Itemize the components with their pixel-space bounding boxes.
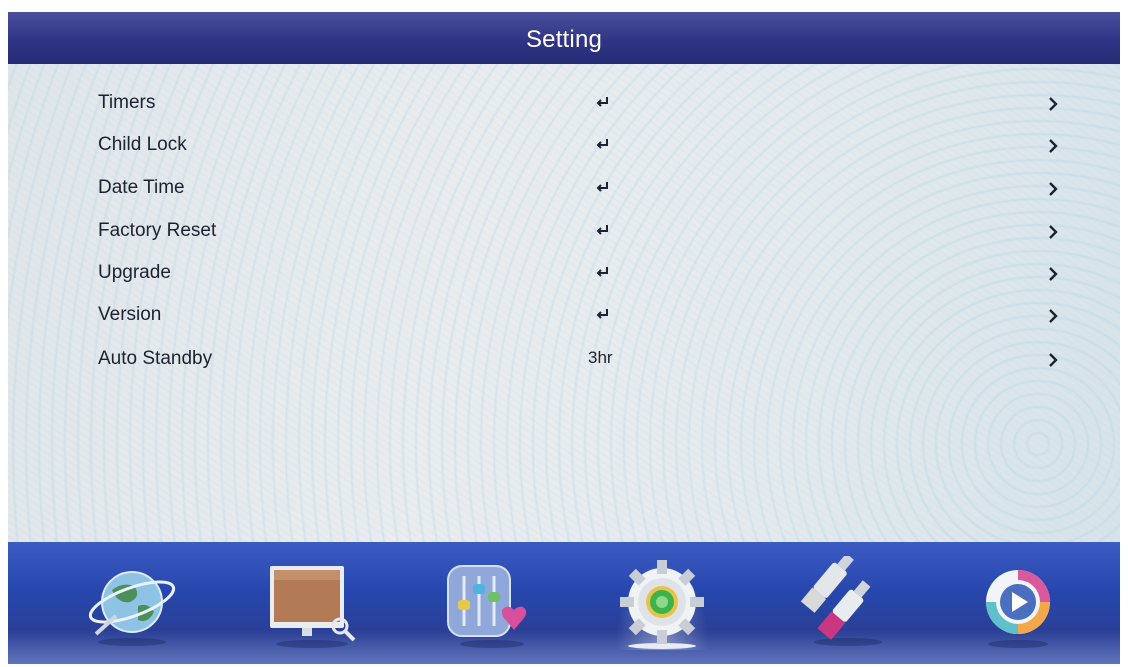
settings-menu: Timers Child Lock Date Time Factory Rese… — [8, 64, 1120, 542]
nav-network[interactable] — [82, 556, 182, 650]
chevron-right-icon — [1049, 97, 1058, 111]
enter-icon — [596, 182, 608, 192]
gear-icon — [620, 560, 704, 649]
enter-icon — [596, 267, 608, 277]
menu-item-timers[interactable]: Timers — [8, 84, 1120, 124]
title-bar: Setting — [8, 12, 1120, 64]
av-cable-icon — [800, 556, 882, 646]
globe-icon — [88, 571, 176, 646]
page-title: Setting — [525, 26, 603, 53]
menu-item-version[interactable]: Version — [8, 296, 1120, 336]
menu-item-label: Auto Standby — [98, 348, 213, 369]
enter-icon — [596, 97, 608, 107]
enter-icon — [596, 309, 608, 319]
chevron-right-icon — [1049, 353, 1058, 367]
nav-media[interactable] — [968, 556, 1068, 650]
menu-item-child-lock[interactable]: Child Lock — [8, 126, 1120, 166]
menu-item-upgrade[interactable]: Upgrade — [8, 254, 1120, 294]
monitor-icon — [270, 566, 356, 648]
play-icon — [986, 570, 1050, 648]
settings-screen: Setting Timers Child Lock Date Time Fact… — [8, 12, 1120, 664]
menu-item-label: Child Lock — [98, 134, 187, 155]
enter-icon — [596, 139, 608, 149]
equalizer-icon — [447, 565, 527, 648]
bottom-nav-bar — [8, 542, 1120, 664]
menu-item-factory-reset[interactable]: Factory Reset — [8, 212, 1120, 252]
chevron-right-icon — [1049, 267, 1058, 281]
chevron-right-icon — [1049, 182, 1058, 196]
menu-item-label: Date Time — [98, 177, 185, 198]
enter-icon — [596, 225, 608, 235]
nav-setting[interactable] — [612, 556, 712, 650]
chevron-right-icon — [1049, 139, 1058, 153]
chevron-right-icon — [1049, 225, 1058, 239]
nav-sound[interactable] — [442, 556, 542, 650]
menu-item-label: Factory Reset — [98, 220, 217, 241]
menu-item-auto-standby[interactable]: Auto Standby 3hr — [8, 340, 1120, 380]
chevron-right-icon — [1049, 309, 1058, 323]
nav-source[interactable] — [792, 556, 892, 650]
menu-item-label: Upgrade — [98, 262, 171, 283]
menu-item-label: Timers — [98, 92, 156, 113]
menu-item-label: Version — [98, 304, 162, 325]
menu-item-date-time[interactable]: Date Time — [8, 169, 1120, 209]
nav-picture[interactable] — [262, 556, 362, 650]
auto-standby-value: 3hr — [588, 348, 613, 367]
